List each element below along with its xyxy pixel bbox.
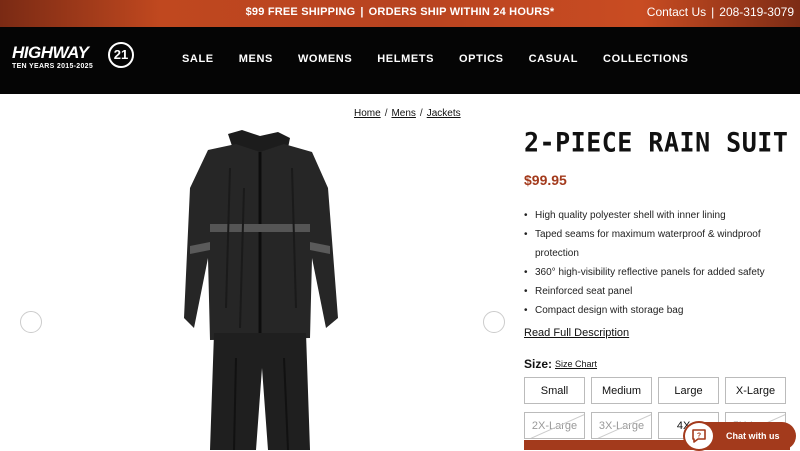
nav-item-sale[interactable]: SALE xyxy=(182,53,214,65)
logo-tagline: TEN YEARS 2015-2025 xyxy=(12,63,94,70)
svg-text:?: ? xyxy=(697,433,701,440)
feature-item: Compact design with storage bag xyxy=(524,301,794,320)
chat-icon: ? xyxy=(692,429,706,443)
size-label: Size: xyxy=(524,357,553,371)
logo-badge: 21 xyxy=(108,42,134,68)
size-option-2x-large[interactable]: 2X-Large xyxy=(524,412,585,439)
size-option-large[interactable]: Large xyxy=(658,377,719,404)
phone-link[interactable]: 208-319-3079 xyxy=(719,5,794,19)
feature-item: Reinforced seat panel xyxy=(524,282,794,301)
size-chart-link[interactable]: Size Chart xyxy=(555,359,597,369)
nav-item-collections[interactable]: COLLECTIONS xyxy=(603,53,688,65)
nav-item-helmets[interactable]: HELMETS xyxy=(377,53,434,65)
breadcrumb-mens[interactable]: Mens xyxy=(391,108,415,119)
feature-item: 360° high-visibility reflective panels f… xyxy=(524,263,794,282)
size-option-3x-large[interactable]: 3X-Large xyxy=(591,412,652,439)
promo-shipping: $99 FREE SHIPPING xyxy=(245,6,356,18)
contact-us-link[interactable]: Contact Us xyxy=(647,5,706,19)
chat-label: Chat with us xyxy=(726,431,780,441)
feature-item: Taped seams for maximum waterproof & win… xyxy=(524,225,794,263)
main-nav: HIGHWAY 21 TEN YEARS 2015-2025 SALE MENS… xyxy=(0,27,800,94)
size-option-x-large[interactable]: X-Large xyxy=(725,377,786,404)
size-option-medium[interactable]: Medium xyxy=(591,377,652,404)
breadcrumb: Home / Mens / Jackets xyxy=(354,108,461,119)
contact-separator: | xyxy=(711,5,715,19)
breadcrumb-separator: / xyxy=(384,108,388,119)
nav-item-womens[interactable]: WOMENS xyxy=(298,53,352,65)
promo-separator: | xyxy=(360,6,364,18)
size-option-small[interactable]: Small xyxy=(524,377,585,404)
contact-area: Contact Us | 208-319-3079 xyxy=(647,5,794,19)
carousel-prev-button[interactable] xyxy=(20,311,42,333)
feature-list: High quality polyester shell with inner … xyxy=(524,206,794,320)
promo-bar: $99 FREE SHIPPING | ORDERS SHIP WITHIN 24 … xyxy=(0,0,800,27)
logo[interactable]: HIGHWAY 21 TEN YEARS 2015-2025 xyxy=(12,42,134,70)
nav-item-mens[interactable]: MENS xyxy=(239,53,273,65)
promo-orders: ORDERS SHIP WITHIN 24 HOURS* xyxy=(368,6,555,18)
nav-item-optics[interactable]: OPTICS xyxy=(459,53,504,65)
chat-bubble-icon[interactable]: ? xyxy=(683,421,715,451)
product-title: 2-PIECE RAIN SUIT xyxy=(524,127,789,158)
nav-item-casual[interactable]: CASUAL xyxy=(529,53,578,65)
breadcrumb-separator: / xyxy=(419,108,423,119)
read-full-description-link[interactable]: Read Full Description xyxy=(524,327,629,339)
logo-wordmark: HIGHWAY xyxy=(12,43,89,62)
breadcrumb-home[interactable]: Home xyxy=(354,108,381,119)
carousel-next-button[interactable] xyxy=(483,311,505,333)
product-image xyxy=(184,130,338,450)
feature-item: High quality polyester shell with inner … xyxy=(524,206,794,225)
nav-menu: SALE MENS WOMENS HELMETS OPTICS CASUAL C… xyxy=(182,53,713,65)
product-price: $99.95 xyxy=(524,172,567,188)
breadcrumb-jackets[interactable]: Jackets xyxy=(427,108,461,119)
